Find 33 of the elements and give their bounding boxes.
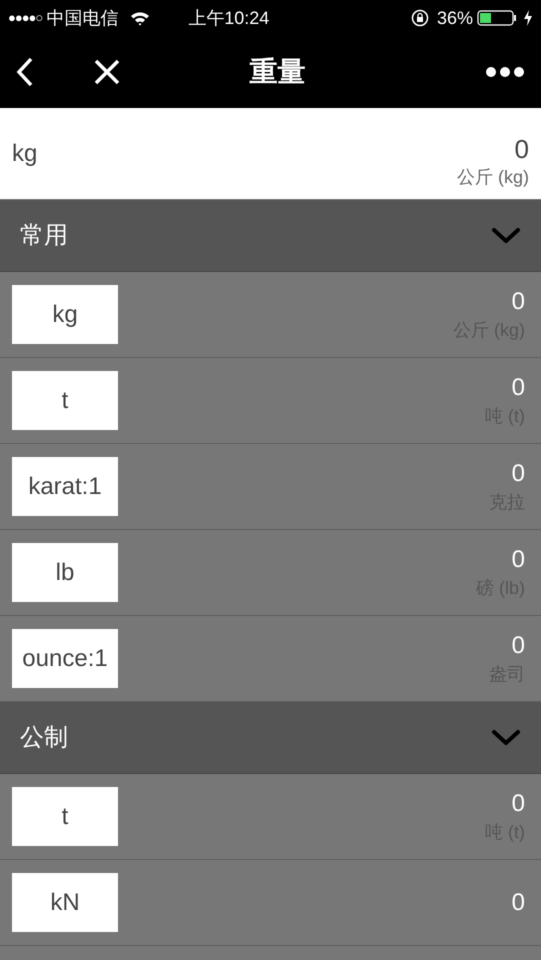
wifi-icon	[130, 10, 150, 26]
unit-button[interactable]: t	[12, 371, 118, 430]
more-icon[interactable]	[485, 66, 525, 78]
unit-button[interactable]: t	[12, 787, 118, 846]
signal-dots: ●●●●○	[8, 9, 42, 28]
unit-value: 0	[512, 372, 525, 402]
current-unit: kg	[12, 138, 38, 168]
page-title: 重量	[248, 55, 306, 89]
battery-percent: 36%	[436, 6, 473, 30]
section-header[interactable]: 公制	[0, 702, 541, 774]
unit-button[interactable]: ounce:1	[12, 629, 118, 688]
unit-value: 0	[512, 888, 525, 918]
unit-button[interactable]: kN	[12, 873, 118, 932]
section-title: 常用	[20, 220, 68, 250]
unit-value: 0	[512, 788, 525, 818]
section-header[interactable]: 常用	[0, 200, 541, 272]
clock-time: 上午10:24	[188, 6, 270, 30]
unit-button[interactable]: kg	[12, 285, 118, 344]
battery-icon	[477, 10, 519, 26]
section-title: 公制	[20, 722, 68, 752]
unit-value: 0	[512, 458, 525, 488]
back-icon[interactable]	[16, 57, 34, 87]
unit-button[interactable]: karat:1	[12, 457, 118, 516]
unit-value: 0	[512, 286, 525, 316]
unit-value: 0	[512, 630, 525, 660]
current-value: 0	[514, 134, 529, 164]
charging-bolt-icon	[523, 10, 533, 26]
close-icon[interactable]	[94, 59, 120, 85]
unit-button[interactable]: lb	[12, 543, 118, 602]
unit-value: 0	[512, 544, 525, 574]
carrier-name: 中国电信	[46, 6, 118, 30]
rotation-lock-icon	[410, 9, 429, 27]
current-unit-name: 公斤 (kg)	[457, 166, 529, 189]
